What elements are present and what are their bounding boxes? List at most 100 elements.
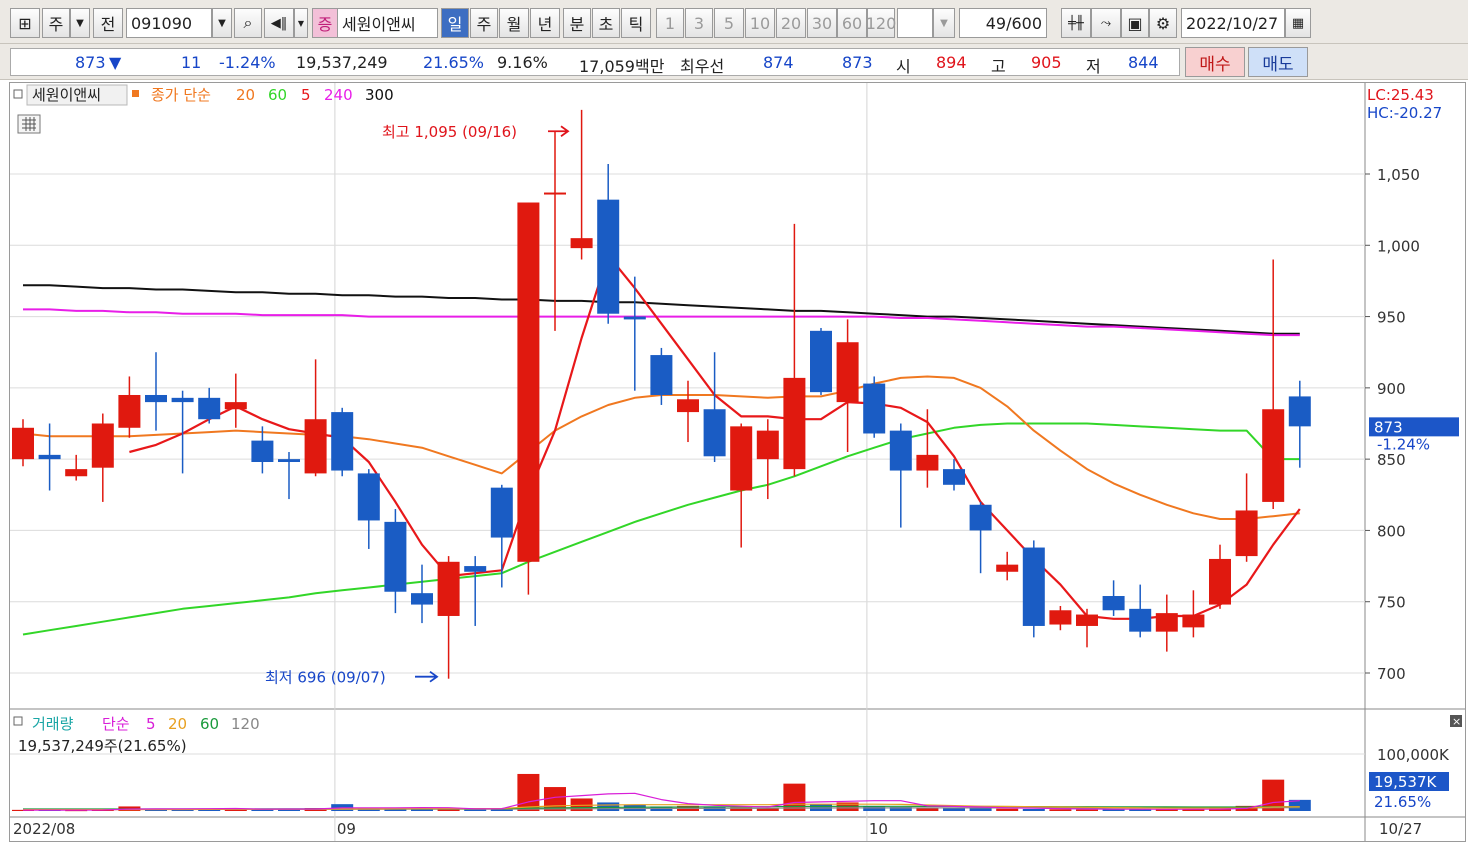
period-tab-day[interactable]: 일	[441, 8, 469, 38]
period-tab-year[interactable]: 년	[530, 8, 560, 38]
current-price-label: 873	[1374, 418, 1403, 436]
candle-body	[597, 199, 620, 314]
period-tab-minute[interactable]: 분	[563, 8, 591, 38]
interval-20[interactable]: 20	[776, 8, 806, 38]
candle-body	[677, 399, 699, 413]
chart-panel[interactable]: 700 750 800 850 900 950 1,000 1,050 100,000K 2022…	[9, 82, 1466, 842]
interval-120[interactable]: 120	[866, 8, 896, 38]
stock-code-input[interactable]: 091090	[126, 8, 212, 38]
legend-ma-label: 240	[324, 86, 353, 104]
current-volume-ratio: 21.65%	[1374, 793, 1431, 811]
candle-body	[1262, 409, 1285, 502]
candle-body	[517, 202, 540, 562]
x-axis-label: 10/27	[1379, 820, 1422, 838]
quote-box: 873 ▼ 11 -1.24% 19,537,249 21.65% 9.16% …	[10, 48, 1180, 76]
legend-price-label: 종가 단순	[151, 86, 211, 104]
candle-body	[1235, 510, 1258, 557]
volume-bar	[623, 804, 646, 811]
candle-body	[1155, 613, 1178, 632]
current-price: 873	[75, 53, 106, 72]
candle-body	[570, 238, 593, 249]
interval-custom-input[interactable]	[897, 8, 933, 38]
high-label: 고	[991, 57, 1006, 76]
candle-body	[224, 402, 247, 410]
line-tool-icon[interactable]: ⤳	[1091, 8, 1121, 38]
open-price: 894	[936, 53, 967, 72]
price-tick-label: 850	[1377, 451, 1406, 469]
volume-bar	[943, 808, 965, 811]
candle-type-icon[interactable]: ╪╫	[1061, 8, 1091, 38]
candle-body	[38, 454, 61, 460]
candle-body	[1182, 614, 1205, 628]
price-tick-label: 1,050	[1377, 166, 1420, 184]
period-tab-week[interactable]: 주	[470, 8, 498, 38]
interval-3[interactable]: 3	[685, 8, 713, 38]
volume-ma-label: 60	[200, 715, 219, 733]
calendar-icon[interactable]: ▦	[1285, 8, 1311, 38]
current-change-label: -1.24%	[1377, 435, 1430, 453]
stock-code-dropdown-icon[interactable]: ▼	[212, 8, 232, 38]
mode-button[interactable]: 주	[42, 8, 70, 38]
candle-body	[916, 454, 939, 471]
volume-bar	[703, 807, 726, 811]
buy-button[interactable]: 매수	[1185, 47, 1245, 77]
period-tab-month[interactable]: 월	[499, 8, 529, 38]
legend-ma-label: 20	[236, 86, 255, 104]
legend-ma-label: 300	[365, 86, 394, 104]
interval-1[interactable]: 1	[656, 8, 684, 38]
candle-body	[810, 330, 832, 393]
chart-svg[interactable]: 700 750 800 850 900 950 1,000 1,050 100,000K 2022…	[10, 83, 1465, 841]
period-tab-second[interactable]: 초	[592, 8, 620, 38]
sound-dropdown-icon[interactable]: ▼	[294, 8, 308, 38]
price-tick-label: 750	[1377, 594, 1406, 612]
best-bid: 873	[842, 53, 873, 72]
change-percent: -1.24%	[219, 53, 276, 72]
sell-button[interactable]: 매도	[1248, 47, 1308, 77]
candle-body	[437, 561, 460, 616]
candle-body	[171, 397, 194, 403]
best-quote-label: 최우선	[680, 57, 725, 76]
legend-ma-label: 60	[268, 86, 287, 104]
legend-ma-label: 5	[301, 86, 311, 104]
best-ask: 874	[763, 53, 794, 72]
candle-body	[91, 423, 114, 468]
candle-body	[1288, 396, 1311, 427]
candle-body	[623, 316, 646, 320]
candle-body	[1209, 558, 1231, 605]
hc-label: HC:-20.27	[1367, 104, 1442, 122]
low-label: 저	[1086, 57, 1101, 76]
volume-ratio: 21.65%	[423, 53, 485, 72]
chart-menu-icon[interactable]: ⊞	[10, 8, 40, 38]
volume-ma-label: 5	[146, 715, 156, 733]
interval-30[interactable]: 30	[807, 8, 837, 38]
volume-bar	[1022, 809, 1045, 811]
candle-body	[1022, 547, 1045, 626]
volume-bar	[517, 773, 540, 811]
count-field[interactable]: 49/600	[959, 8, 1047, 38]
sound-icon[interactable]: ◀‖	[264, 8, 294, 38]
candle-body	[703, 409, 726, 457]
price-tick-label: 900	[1377, 380, 1406, 398]
gear-icon[interactable]: ⚙	[1149, 8, 1177, 38]
period-tab-tick[interactable]: 틱	[621, 8, 651, 38]
interval-10[interactable]: 10	[745, 8, 775, 38]
candle-body	[1129, 608, 1152, 632]
interval-60[interactable]: 60	[837, 8, 867, 38]
prev-button[interactable]: 전	[93, 8, 123, 38]
candle-body	[411, 593, 433, 605]
candle-body	[384, 521, 407, 592]
quote-bar: 873 ▼ 11 -1.24% 19,537,249 21.65% 9.16% …	[0, 44, 1468, 80]
turnover-rate: 9.16%	[497, 53, 548, 72]
price-tick-label: 800	[1377, 522, 1406, 540]
legend-stock-name: 세원이앤씨	[32, 86, 101, 104]
interval-5[interactable]: 5	[714, 8, 744, 38]
candle-body	[65, 469, 88, 477]
date-input[interactable]: 2022/10/27	[1181, 8, 1285, 38]
mode-dropdown-icon[interactable]: ▼	[70, 8, 90, 38]
candle-body	[544, 192, 566, 195]
save-icon[interactable]: ▣	[1121, 8, 1149, 38]
interval-dropdown-icon[interactable]: ▼	[933, 8, 955, 38]
candle-body	[1049, 610, 1072, 625]
search-icon[interactable]: ⌕	[234, 8, 262, 38]
x-axis-label: 2022/08	[13, 820, 75, 838]
